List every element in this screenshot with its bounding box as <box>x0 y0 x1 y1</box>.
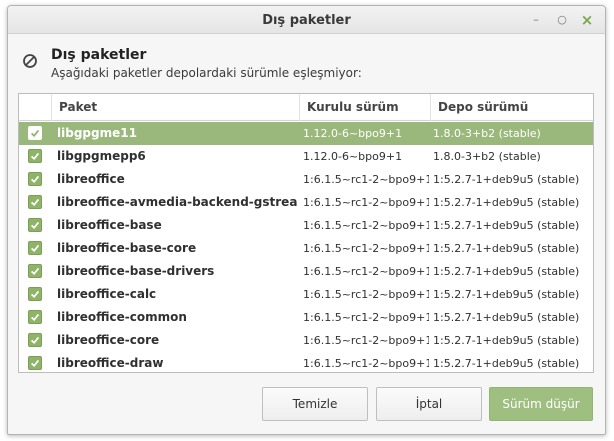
checkmark-icon <box>28 287 42 301</box>
checkmark-icon <box>28 264 42 278</box>
restore-icon[interactable]: ○ <box>553 11 571 29</box>
repo-version: 1:5.2.7-1+deb9u5 (stable) <box>433 288 580 301</box>
checkmark-icon <box>28 149 42 163</box>
package-name: libreoffice-common <box>57 310 187 324</box>
checkmark-icon <box>28 241 42 255</box>
installed-version: 1:6.1.5~rc1-2~bpo9+1 <box>303 357 429 370</box>
checkmark-icon <box>28 195 42 209</box>
table-row[interactable]: libreoffice-base 1:6.1.5~rc1-2~bpo9+1 1:5.… <box>19 214 593 237</box>
cancel-button[interactable]: İptal <box>376 387 482 421</box>
row-checkbox[interactable] <box>28 333 42 347</box>
repo-version: 1:5.2.7-1+deb9u5 (stable) <box>433 357 580 370</box>
title-bar[interactable]: Dış paketler – ○ × <box>8 6 605 34</box>
row-checkbox[interactable] <box>28 126 42 140</box>
package-name: libreoffice-core <box>57 333 160 347</box>
installed-version: 1:6.1.5~rc1-2~bpo9+1 <box>303 265 429 278</box>
forbidden-icon <box>23 54 37 68</box>
repo-version: 1:5.2.7-1+deb9u5 (stable) <box>433 219 580 232</box>
package-name: libreoffice-draw <box>57 356 164 370</box>
row-checkbox[interactable] <box>28 241 42 255</box>
column-header-repo[interactable]: Depo sürümü <box>430 94 593 121</box>
table-row[interactable]: libreoffice-common 1:6.1.5~rc1-2~bpo9+1 1:… <box>19 306 593 329</box>
repo-version: 1:5.2.7-1+deb9u5 (stable) <box>433 173 580 186</box>
row-checkbox[interactable] <box>28 310 42 324</box>
checkmark-icon <box>28 333 42 347</box>
repo-version: 1.8.0-3+b2 (stable) <box>433 127 541 140</box>
package-name: libreoffice-calc <box>57 287 157 301</box>
table-row[interactable]: libreoffice-base-core 1:6.1.5~rc1-2~bpo9+… <box>19 237 593 260</box>
row-checkbox[interactable] <box>28 218 42 232</box>
column-header-installed[interactable]: Kurulu sürüm <box>299 94 430 121</box>
package-name: libreoffice-base-core <box>57 241 197 255</box>
column-header-check[interactable] <box>19 94 51 121</box>
package-name: libreoffice <box>57 172 125 186</box>
repo-version: 1:5.2.7-1+deb9u5 (stable) <box>433 311 580 324</box>
installed-version: 1:6.1.5~rc1-2~bpo9+1 <box>303 311 429 324</box>
window-title: Dış paketler <box>262 13 351 28</box>
downgrade-button[interactable]: Sürüm düşür <box>489 387 593 421</box>
installed-version: 1:6.1.5~rc1-2~bpo9+1 <box>303 242 429 255</box>
table-row[interactable]: libreoffice-core 1:6.1.5~rc1-2~bpo9+1 1:5.… <box>19 329 593 352</box>
row-checkbox[interactable] <box>28 356 42 370</box>
row-checkbox[interactable] <box>28 264 42 278</box>
package-name: libreoffice-avmedia-backend-gstreamer <box>57 195 297 209</box>
row-checkbox[interactable] <box>28 172 42 186</box>
table-row[interactable]: libgpgme11 1.12.0-6~bpo9+1 1.8.0-3+b2 (sta… <box>19 122 593 145</box>
close-icon[interactable]: × <box>578 11 596 29</box>
table-row[interactable]: libgpgmepp6 1.12.0-6~bpo9+1 1.8.0-3+b2 (st… <box>19 145 593 168</box>
table-row[interactable]: libreoffice-calc 1:6.1.5~rc1-2~bpo9+1 1:5.… <box>19 283 593 306</box>
checkmark-icon <box>28 126 42 140</box>
installed-version: 1:6.1.5~rc1-2~bpo9+1 <box>303 219 429 232</box>
page-subtitle: Aşağıdaki paketler depolardaki sürümle e… <box>51 66 362 80</box>
repo-version: 1.8.0-3+b2 (stable) <box>433 150 541 163</box>
installed-version: 1:6.1.5~rc1-2~bpo9+1 <box>303 196 429 209</box>
minimize-icon[interactable]: – <box>527 11 545 29</box>
installed-version: 1.12.0-6~bpo9+1 <box>303 150 403 163</box>
checkmark-icon <box>28 172 42 186</box>
column-header-package[interactable]: Paket <box>51 94 299 121</box>
package-name: libgpgme11 <box>57 126 137 140</box>
table-row[interactable]: libreoffice-avmedia-backend-gstreamer 1:6… <box>19 191 593 214</box>
table-row[interactable]: libreoffice-draw 1:6.1.5~rc1-2~bpo9+1 1:5.… <box>19 352 593 372</box>
installed-version: 1:6.1.5~rc1-2~bpo9+1 <box>303 288 429 301</box>
table-header: Paket Kurulu sürüm Depo sürümü <box>19 94 593 121</box>
installed-version: 1:6.1.5~rc1-2~bpo9+1 <box>303 173 429 186</box>
checkmark-icon <box>28 310 42 324</box>
packages-table[interactable]: Paket Kurulu sürüm Depo sürümü libgpgme1… <box>18 93 594 373</box>
installed-version: 1:6.1.5~rc1-2~bpo9+1 <box>303 334 429 347</box>
package-name: libgpgmepp6 <box>57 149 146 163</box>
dialog-window: Dış paketler – ○ × Dış paketler Aşağıdak… <box>7 5 606 435</box>
repo-version: 1:5.2.7-1+deb9u5 (stable) <box>433 242 580 255</box>
package-name: libreoffice-base <box>57 218 162 232</box>
table-row[interactable]: libreoffice 1:6.1.5~rc1-2~bpo9+1 1:5.2.7-1… <box>19 168 593 191</box>
table-body: libgpgme11 1.12.0-6~bpo9+1 1.8.0-3+b2 (sta… <box>19 122 593 372</box>
repo-version: 1:5.2.7-1+deb9u5 (stable) <box>433 265 580 278</box>
repo-version: 1:5.2.7-1+deb9u5 (stable) <box>433 196 580 209</box>
row-checkbox[interactable] <box>28 149 42 163</box>
installed-version: 1.12.0-6~bpo9+1 <box>303 127 403 140</box>
page-title: Dış paketler <box>51 47 147 63</box>
table-row[interactable]: libreoffice-base-drivers 1:6.1.5~rc1-2~bp… <box>19 260 593 283</box>
row-checkbox[interactable] <box>28 195 42 209</box>
clean-button[interactable]: Temizle <box>262 387 368 421</box>
row-checkbox[interactable] <box>28 287 42 301</box>
checkmark-icon <box>28 218 42 232</box>
repo-version: 1:5.2.7-1+deb9u5 (stable) <box>433 334 580 347</box>
package-name: libreoffice-base-drivers <box>57 264 215 278</box>
checkmark-icon <box>28 356 42 370</box>
